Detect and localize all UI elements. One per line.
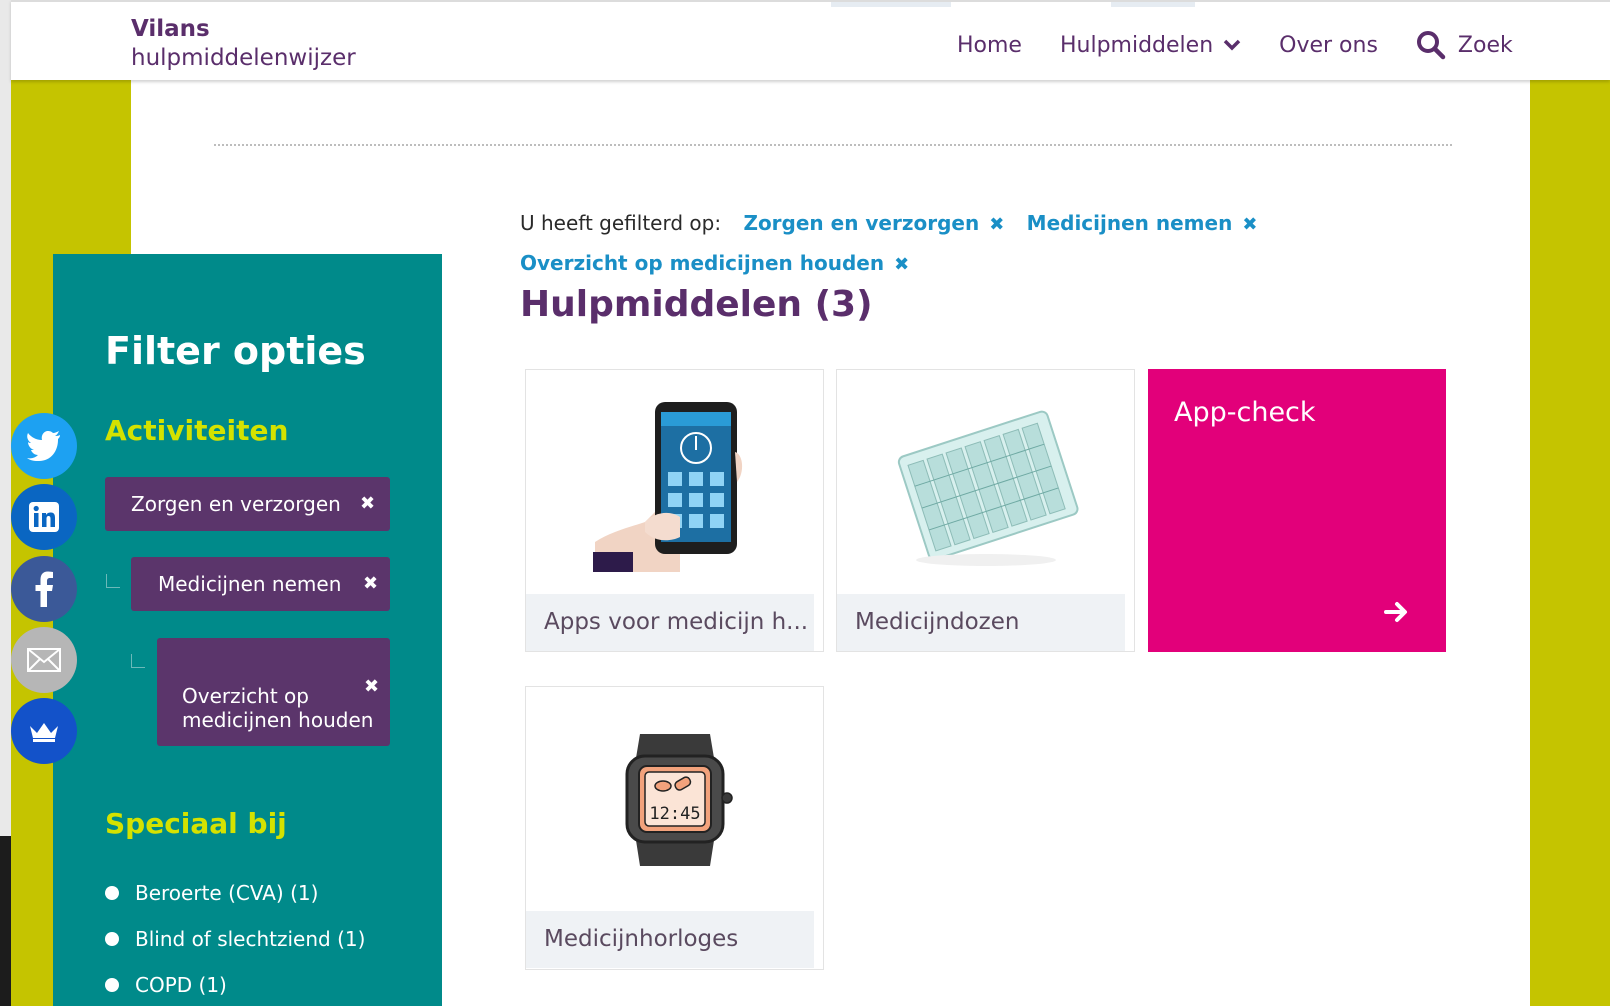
chip-label: Overzicht op medicijnen houden [182,684,374,732]
site-logo[interactable]: Vilans hulpmiddelenwijzer [131,16,356,74]
email-icon [27,648,61,672]
filter-label: Zorgen en verzorgen [743,211,980,235]
remove-icon: ✖ [364,676,380,697]
radio-dot [105,932,119,946]
filter-sidebar: Filter opties Activiteiten Zorgen en ver… [53,254,442,1006]
active-filter-overzicht[interactable]: Overzicht op medicijnen houden ✖ [520,251,909,275]
share-twitter[interactable] [11,413,77,479]
special-option-beroerte[interactable]: Beroerte (CVA) (1) [105,870,365,916]
special-option-copd[interactable]: COPD (1) [105,962,365,1006]
result-card-medicijndozen[interactable]: Medicijndozen [836,369,1135,652]
remove-icon: ✖ [989,214,1005,235]
special-filter-list: Beroerte (CVA) (1) Blind of slechtziend … [105,870,365,1006]
special-heading: Speciaal bij [105,807,287,840]
sidebar-title: Filter opties [105,329,366,373]
result-card-medicijnhorloges[interactable]: 12:45 Medicijnhorloges [525,686,824,970]
pill-organizer-image [837,370,1135,594]
search-button[interactable]: Zoek [1416,30,1513,60]
nav-over-ons[interactable]: Over ons [1279,33,1378,58]
tab-hint [1111,2,1195,7]
tab-hint [831,2,951,7]
special-option-blind[interactable]: Blind of slechtziend (1) [105,916,365,962]
divider [214,144,1452,146]
share-facebook[interactable] [11,556,77,622]
app-check-tile[interactable]: App-check [1148,369,1446,652]
share-more[interactable] [11,698,77,764]
linkedin-icon [29,502,59,532]
medicine-watch-image: 12:45 [526,687,824,911]
option-label: Beroerte (CVA) (1) [135,881,319,905]
remove-icon: ✖ [1242,214,1258,235]
site-header: Vilans hulpmiddelenwijzer Home Hulpmidde… [11,0,1610,80]
twitter-icon [27,431,60,461]
card-caption: Medicijndozen [837,594,1125,651]
chip-label: Zorgen en verzorgen [131,492,341,516]
filter-label: Overzicht op medicijnen houden [520,251,885,275]
search-label: Zoek [1457,32,1513,58]
facebook-icon [35,571,53,607]
arrow-right-icon [1384,602,1407,622]
remove-icon: ✖ [363,573,379,594]
activity-chip-medicijnen[interactable]: Medicijnen nemen ✖ [131,557,390,611]
option-label: Blind of slechtziend (1) [135,927,366,951]
watch-illustration: 12:45 [625,734,733,866]
active-filters: U heeft gefilterd op: Zorgen en verzorge… [520,204,1420,284]
phone-health-monitoring-image [526,370,824,594]
activities-heading: Activiteiten [105,414,289,447]
phone-illustration [593,402,743,572]
search-icon [1416,31,1446,60]
result-card-apps[interactable]: Apps voor medicijn h... [525,369,824,652]
svg-text:12:45: 12:45 [649,804,700,824]
share-email[interactable] [11,627,77,693]
pill-organizer-illustration [897,410,1079,566]
crown-icon [30,723,58,742]
tree-connector [131,654,145,668]
card-caption: Apps voor medicijn h... [526,594,814,651]
results-title: Hulpmiddelen (3) [520,284,873,325]
nav-hulpmiddelen[interactable]: Hulpmiddelen [1060,33,1241,58]
logo-brand: Vilans [131,16,210,42]
active-filter-zorgen[interactable]: Zorgen en verzorgen ✖ [743,211,1004,235]
nav-over-ons-label: Over ons [1279,32,1378,58]
main-nav: Home Hulpmiddelen Over ons Zoek [957,30,1513,60]
nav-hulpmiddelen-label: Hulpmiddelen [1059,32,1214,58]
remove-icon: ✖ [894,254,910,275]
active-filters-prefix: U heeft gefilterd op: [520,211,722,235]
active-filter-medicijnen[interactable]: Medicijnen nemen ✖ [1027,211,1258,235]
filter-label: Medicijnen nemen [1026,211,1233,235]
tree-connector [106,574,120,588]
radio-dot [105,978,119,992]
page-background-right [1530,80,1610,1006]
share-linkedin[interactable] [11,484,77,550]
nav-home[interactable]: Home [957,33,1022,58]
activity-chip-overzicht[interactable]: Overzicht op medicijnen houden ✖ [157,638,390,746]
remove-icon: ✖ [360,493,376,514]
app-check-title: App-check [1174,397,1316,428]
nav-home-label: Home [957,32,1022,58]
activity-chip-zorgen[interactable]: Zorgen en verzorgen ✖ [105,477,390,531]
chip-label: Medicijnen nemen [158,572,342,596]
option-label: COPD (1) [135,973,227,997]
window-edge-dark [0,836,11,1006]
card-caption: Medicijnhorloges [526,911,814,968]
logo-subtitle: hulpmiddelenwijzer [131,45,356,71]
chevron-down-icon [1223,39,1241,51]
radio-dot [105,886,119,900]
